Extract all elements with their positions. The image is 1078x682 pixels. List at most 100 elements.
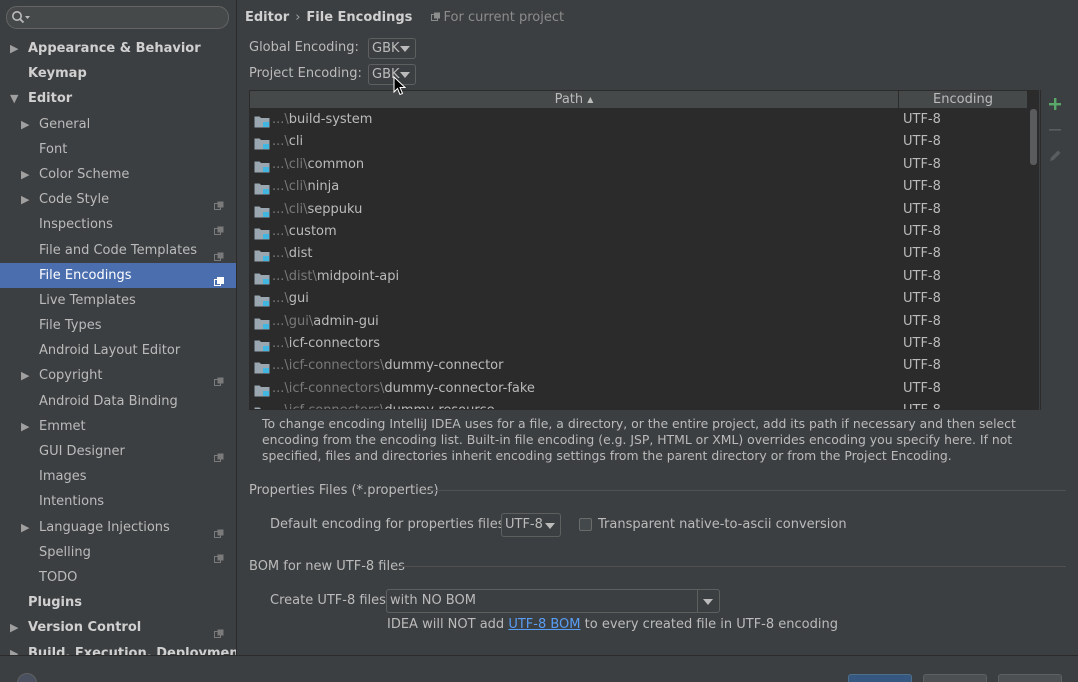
chevron-right-icon[interactable]: ▶ [21, 515, 33, 540]
chevron-down-icon [400, 46, 410, 52]
sidebar-item-version-control[interactable]: ▶ Version Control [0, 615, 236, 640]
row-encoding[interactable]: UTF-8 [903, 243, 941, 265]
table-row[interactable]: ...\icf-connectors\dummy-connector-fake U… [250, 378, 1028, 400]
table-row[interactable]: ...\icf-connectors\dummy-resource UTF-8 [250, 400, 1028, 409]
cancel-button[interactable] [923, 674, 987, 682]
table-row[interactable]: ...\cli\seppuku UTF-8 [250, 199, 1028, 221]
row-path-name: common [307, 156, 365, 172]
table-row[interactable]: ...\cli\ninja UTF-8 [250, 176, 1028, 198]
row-encoding[interactable]: UTF-8 [903, 221, 941, 243]
sidebar-item-label: Copyright [39, 368, 103, 384]
scrollbar-thumb[interactable] [1030, 109, 1037, 165]
project-scope-icon [214, 195, 225, 211]
bom-section-title: BOM for new UTF-8 files [249, 559, 405, 574]
sidebar-item-label: Language Injections [39, 519, 170, 535]
sidebar-item-keymap[interactable]: Keymap [0, 61, 236, 86]
sidebar-item-live-templates[interactable]: Live Templates [0, 288, 236, 313]
table-row[interactable]: ...\icf-connectors\dummy-connector UTF-8 [250, 355, 1028, 377]
table-row[interactable]: ...\cli UTF-8 [250, 131, 1028, 153]
sidebar-item-file-and-code-templates[interactable]: File and Code Templates [0, 238, 236, 263]
chevron-right-icon[interactable]: ▶ [21, 414, 33, 439]
column-header-encoding[interactable]: Encoding [899, 91, 1028, 109]
global-encoding-select[interactable]: GBK [368, 38, 416, 59]
sidebar-item-android-layout-editor[interactable]: Android Layout Editor [0, 338, 236, 363]
apply-button[interactable] [998, 674, 1062, 682]
chevron-right-icon[interactable]: ▶ [21, 187, 33, 212]
help-button[interactable] [17, 673, 37, 682]
column-header-path[interactable]: Path ▲ [250, 91, 899, 109]
sidebar-item-gui-designer[interactable]: GUI Designer [0, 439, 236, 464]
sidebar-item-file-types[interactable]: File Types [0, 313, 236, 338]
row-encoding[interactable]: UTF-8 [903, 131, 941, 153]
row-encoding[interactable]: UTF-8 [903, 355, 941, 377]
row-encoding[interactable]: UTF-8 [903, 288, 941, 310]
table-row[interactable]: ...\gui\admin-gui UTF-8 [250, 311, 1028, 333]
table-row[interactable]: ...\dist\midpoint-api UTF-8 [250, 266, 1028, 288]
sidebar-item-label: Spelling [39, 544, 91, 560]
sidebar-item-general[interactable]: ▶ General [0, 112, 236, 137]
sidebar-item-images[interactable]: Images [0, 464, 236, 489]
chevron-right-icon[interactable]: ▶ [10, 641, 22, 656]
chevron-right-icon[interactable]: ▶ [21, 112, 33, 137]
sidebar-item-color-scheme[interactable]: ▶ Color Scheme [0, 162, 236, 187]
sidebar-item-language-injections[interactable]: ▶ Language Injections [0, 515, 236, 540]
properties-section-title: Properties Files (*.properties) [249, 483, 439, 498]
row-encoding[interactable]: UTF-8 [903, 378, 941, 400]
table-row[interactable]: ...\build-system UTF-8 [250, 109, 1028, 131]
project-encoding-select[interactable]: GBK [368, 64, 416, 85]
sidebar-item-copyright[interactable]: ▶ Copyright [0, 363, 236, 388]
sidebar-item-editor[interactable]: ▼ Editor [0, 86, 236, 111]
transparent-conversion-label: Transparent native-to-ascii conversion [598, 517, 847, 532]
transparent-conversion-checkbox[interactable] [579, 518, 592, 531]
row-encoding[interactable]: UTF-8 [903, 109, 941, 131]
chevron-right-icon[interactable]: ▶ [10, 615, 22, 640]
edit-icon[interactable] [1047, 148, 1063, 164]
utf8-bom-link[interactable]: UTF-8 BOM [508, 617, 580, 632]
row-path-prefix: ...\ [272, 134, 289, 150]
sidebar-item-label: Android Layout Editor [39, 343, 181, 359]
add-icon[interactable] [1047, 96, 1063, 112]
table-row[interactable]: ...\cli\common UTF-8 [250, 154, 1028, 176]
remove-icon[interactable] [1047, 122, 1063, 138]
sidebar-item-file-encodings[interactable]: File Encodings [0, 262, 236, 288]
row-encoding[interactable]: UTF-8 [903, 176, 941, 198]
row-encoding[interactable]: UTF-8 [903, 154, 941, 176]
chevron-right-icon[interactable]: ▶ [10, 36, 22, 61]
sidebar-item-plugins[interactable]: Plugins [0, 590, 236, 615]
table-row[interactable]: ...\gui UTF-8 [250, 288, 1028, 310]
sidebar-item-inspections[interactable]: Inspections [0, 212, 236, 237]
properties-encoding-select[interactable]: UTF-8 [501, 513, 561, 537]
row-encoding[interactable]: UTF-8 [903, 199, 941, 221]
sidebar-item-appearance-behavior[interactable]: ▶ Appearance & Behavior [0, 36, 236, 61]
sidebar-item-label: General [39, 116, 91, 132]
sidebar-item-font[interactable]: Font [0, 137, 236, 162]
section-divider [422, 490, 1066, 491]
table-row[interactable]: ...\dist UTF-8 [250, 243, 1028, 265]
chevron-right-icon[interactable]: ▶ [21, 162, 33, 187]
sidebar-item-emmet[interactable]: ▶ Emmet [0, 414, 236, 439]
row-encoding[interactable]: UTF-8 [903, 311, 941, 333]
breadcrumb-file-encodings: File Encodings [306, 10, 413, 25]
folder-icon [254, 226, 270, 240]
row-encoding[interactable]: UTF-8 [903, 266, 941, 288]
sidebar-item-intentions[interactable]: Intentions [0, 489, 236, 514]
sidebar-item-label: File Types [39, 318, 102, 334]
chevron-right-icon[interactable]: ▶ [21, 363, 33, 388]
table-row[interactable]: ...\custom UTF-8 [250, 221, 1028, 243]
sidebar-item-code-style[interactable]: ▶ Code Style [0, 187, 236, 212]
table-row[interactable]: ...\icf-connectors UTF-8 [250, 333, 1028, 355]
dialog-button-bar [0, 655, 1078, 682]
row-encoding[interactable]: UTF-8 [903, 333, 941, 355]
sidebar-item-todo[interactable]: TODO [0, 565, 236, 590]
sidebar-item-spelling[interactable]: Spelling [0, 540, 236, 565]
settings-search-input[interactable] [6, 6, 229, 29]
ok-button[interactable] [848, 674, 912, 682]
global-encoding-label: Global Encoding: [249, 40, 359, 55]
table-scrollbar[interactable] [1029, 109, 1038, 409]
chevron-down-icon[interactable]: ▼ [10, 86, 22, 111]
sidebar-item-build-execution-deployment[interactable]: ▶ Build, Execution, Deployment [0, 641, 236, 656]
create-utf8-select[interactable]: with NO BOM [386, 589, 720, 613]
row-path: ...\icf-connectors\dummy-connector-fake [272, 378, 535, 400]
row-encoding[interactable]: UTF-8 [903, 400, 941, 409]
sidebar-item-android-data-binding[interactable]: Android Data Binding [0, 389, 236, 414]
